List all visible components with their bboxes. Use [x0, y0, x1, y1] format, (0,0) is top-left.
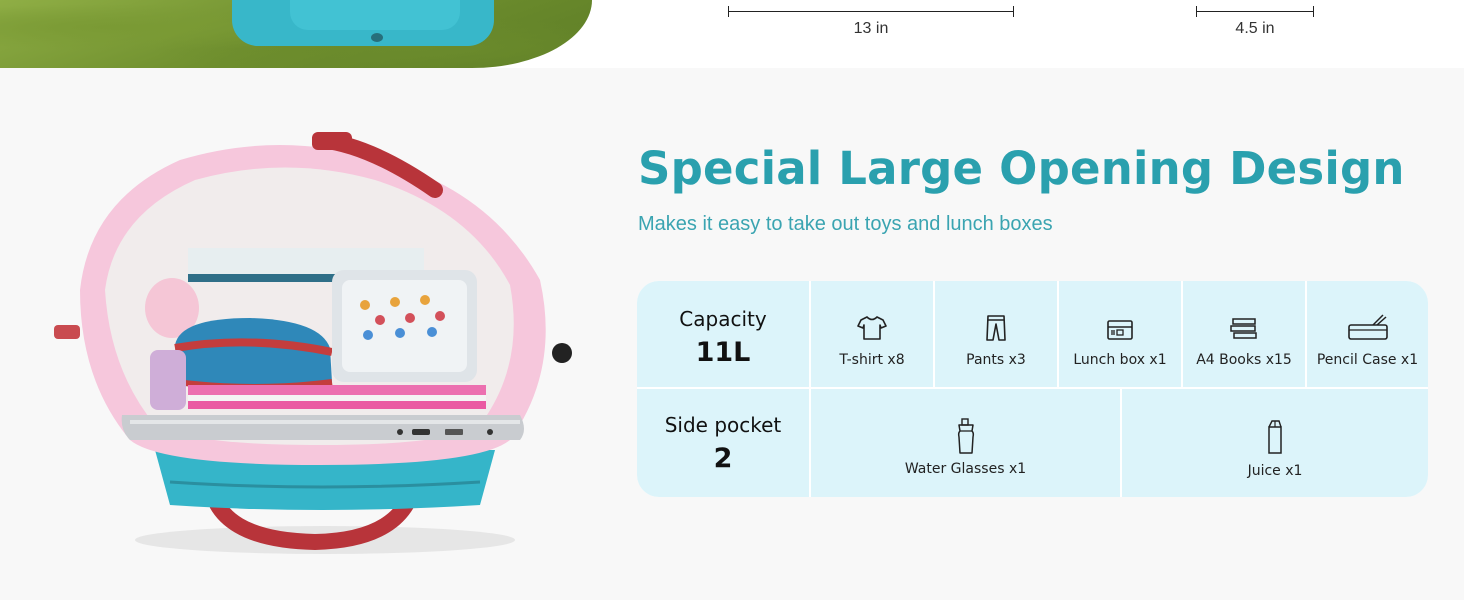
water-label: Water Glasses x1	[904, 461, 1027, 477]
grass-photo	[0, 0, 592, 68]
backpack-open-photo	[54, 132, 572, 554]
capacity-table: Capacity 11L T-shirt x8 Pants x3 Lunch b…	[637, 281, 1428, 497]
pencilcase-label: Pencil Case x1	[1316, 352, 1419, 368]
backpack-pocket	[290, 0, 460, 30]
t-shirt-icon	[857, 316, 887, 340]
side-pocket-value: 2	[713, 443, 733, 474]
lunch-box-icon	[1107, 320, 1133, 340]
side-pocket-item-juice: Juice x1	[1122, 389, 1428, 497]
side-pocket-item-water: Water Glasses x1	[811, 389, 1120, 497]
books-icon	[1230, 318, 1257, 339]
side-pocket-label: Side pocket	[664, 413, 782, 437]
side-pocket-header-cell: Side pocket 2	[637, 389, 809, 497]
tshirt-label: T-shirt x8	[839, 352, 905, 368]
capacity-header-cell: Capacity 11L	[637, 281, 809, 387]
capacity-item-pants: Pants x3	[935, 281, 1057, 387]
backpack-zipper	[371, 33, 383, 42]
page-title: Special Large Opening Design	[638, 142, 1405, 195]
top-banner: 13 in 4.5 in	[0, 0, 1464, 68]
books-label: A4 Books x15	[1196, 352, 1292, 368]
pants-icon	[986, 315, 1006, 341]
lunchbox-label: Lunch box x1	[1073, 352, 1167, 368]
capacity-item-tshirt: T-shirt x8	[811, 281, 933, 387]
page-subtitle: Makes it easy to take out toys and lunch…	[638, 213, 1053, 235]
capacity-label: Capacity	[679, 307, 767, 331]
juice-label: Juice x1	[1247, 463, 1303, 479]
juice-box-icon	[1268, 420, 1282, 454]
capacity-item-lunchbox: Lunch box x1	[1059, 281, 1181, 387]
pencil-case-icon	[1347, 314, 1388, 340]
capacity-item-pencilcase: Pencil Case x1	[1307, 281, 1428, 387]
depth-label: 4.5 in	[1235, 20, 1275, 37]
pants-label: Pants x3	[966, 352, 1026, 368]
capacity-value: 11L	[695, 337, 751, 368]
capacity-item-books: A4 Books x15	[1183, 281, 1305, 387]
width-label: 13 in	[853, 20, 889, 37]
water-bottle-icon	[957, 418, 974, 454]
